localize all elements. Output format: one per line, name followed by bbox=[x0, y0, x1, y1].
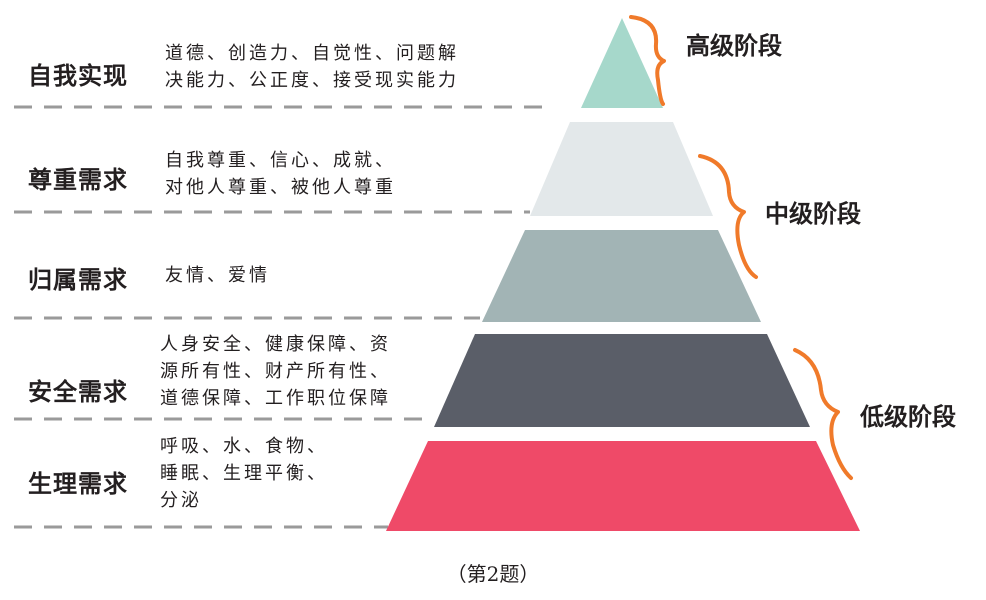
level-desc-esteem: 自我尊重、信心、成就、 对他人尊重、被他人尊重 bbox=[165, 147, 396, 201]
level-title-self-actualization: 自我实现 bbox=[28, 62, 128, 90]
level-desc-belonging: 友情、爱情 bbox=[165, 262, 270, 289]
level-desc-line: 自我尊重、信心、成就、 bbox=[165, 150, 396, 171]
level-desc-line: 决能力、公正度、接受现实能力 bbox=[165, 70, 459, 91]
figure-caption: （第2题） bbox=[446, 562, 540, 586]
pyramid-layer-esteem bbox=[530, 122, 713, 216]
level-desc-line: 源所有性、财产所有性、 bbox=[160, 361, 391, 382]
pyramid-diagram bbox=[14, 15, 860, 531]
pyramid-layer-physiological bbox=[386, 441, 860, 531]
level-title-safety: 安全需求 bbox=[28, 378, 128, 406]
stage-label-low: 低级阶段 bbox=[860, 403, 956, 431]
level-desc-self-actualization: 道德、创造力、自觉性、问题解 决能力、公正度、接受现实能力 bbox=[165, 40, 459, 94]
level-desc-line: 人身安全、健康保障、资 bbox=[160, 334, 391, 355]
level-desc-physiological: 呼吸、水、食物、 睡眠、生理平衡、 分泌 bbox=[160, 433, 328, 514]
level-title-belonging: 归属需求 bbox=[28, 266, 128, 294]
level-desc-line: 对他人尊重、被他人尊重 bbox=[165, 177, 396, 198]
level-desc-line: 分泌 bbox=[160, 490, 202, 511]
level-title-physiological: 生理需求 bbox=[28, 470, 128, 498]
level-desc-safety: 人身安全、健康保障、资 源所有性、财产所有性、 道德保障、工作职位保障 bbox=[160, 331, 391, 412]
level-desc-line: 友情、爱情 bbox=[165, 265, 270, 286]
pyramid-layer-safety bbox=[434, 334, 810, 427]
level-desc-line: 道德、创造力、自觉性、问题解 bbox=[165, 43, 459, 64]
pyramid-layer-belonging bbox=[482, 230, 761, 322]
stage-label-high: 高级阶段 bbox=[686, 32, 782, 60]
level-desc-line: 道德保障、工作职位保障 bbox=[160, 388, 391, 409]
pyramid-layer-self-actualization bbox=[581, 18, 663, 108]
stage-label-middle: 中级阶段 bbox=[765, 200, 861, 228]
level-title-esteem: 尊重需求 bbox=[28, 166, 128, 194]
level-desc-line: 睡眠、生理平衡、 bbox=[160, 463, 328, 484]
level-desc-line: 呼吸、水、食物、 bbox=[160, 436, 328, 457]
